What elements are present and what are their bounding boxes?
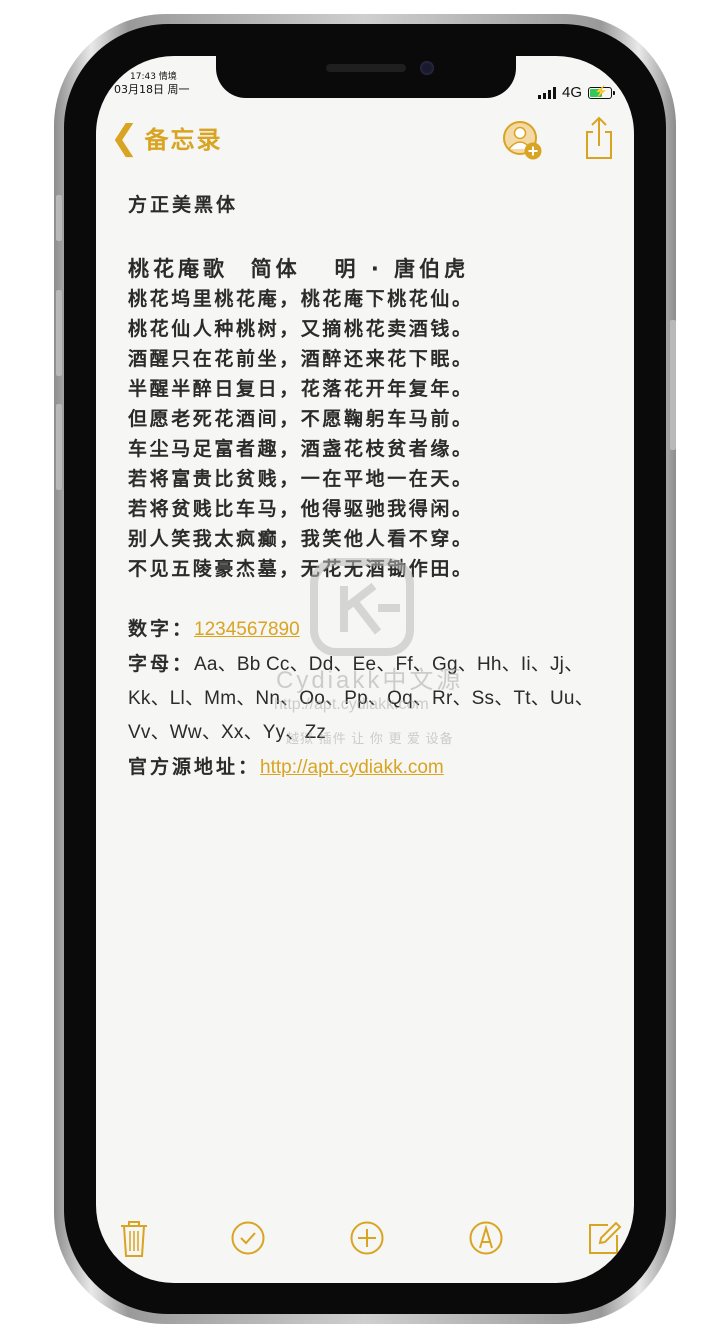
digits-label: 数字： <box>128 618 195 640</box>
status-date: 03月18日 周一 <box>114 83 190 96</box>
volume-down-button <box>56 404 62 490</box>
poem-line: 桃花坞里桃花庵，桃花庵下桃花仙。 <box>128 288 474 310</box>
poem-line: 不见五陵豪杰墓，无花无酒锄作田。 <box>128 558 474 580</box>
poem-title: 桃花庵歌 简体 明 · 唐伯虎 <box>128 257 470 281</box>
notch <box>216 56 516 98</box>
digits-line: 数字：1234567890 <box>128 612 608 647</box>
chevron-left-icon: ❮ <box>110 117 141 158</box>
poem-line: 半醒半醉日复日，花落花开年复年。 <box>128 378 474 400</box>
font-name: 方正美黑体 <box>128 194 239 216</box>
signal-icon <box>537 86 556 99</box>
note-body[interactable]: 方正美黑体 桃花庵歌 简体 明 · 唐伯虎 桃花坞里桃花庵，桃花庵下桃花仙。 桃… <box>128 192 608 785</box>
share-icon[interactable] <box>584 116 614 160</box>
letters-value: Aa、Bb Cc、Dd、Ee、Ff、Gg、Hh、Ii、Jj、Kk、Ll、Mm、N… <box>128 654 594 743</box>
letters-line: 字母：Aa、Bb Cc、Dd、Ee、Ff、Gg、Hh、Ii、Jj、Kk、Ll、M… <box>128 647 608 750</box>
poem-line: 酒醒只在花前坐，酒醉还来花下眠。 <box>128 348 474 370</box>
letters-label: 字母： <box>128 653 195 675</box>
poem-line: 别人笑我太疯癫，我笑他人看不穿。 <box>128 528 474 550</box>
status-bar-left: 17:43 情境 03月18日 周一 <box>114 72 190 98</box>
back-label: 备忘录 <box>144 126 223 154</box>
bottom-toolbar <box>96 1216 634 1264</box>
digits-link[interactable]: 1234567890 <box>194 619 300 640</box>
trash-icon[interactable] <box>114 1216 154 1260</box>
source-link[interactable]: http://apt.cydiakk.com <box>260 757 444 778</box>
back-button[interactable]: ❮ 备忘录 <box>110 120 223 155</box>
add-person-icon[interactable] <box>502 120 544 162</box>
power-button <box>670 320 676 450</box>
compose-icon[interactable] <box>584 1216 624 1260</box>
mute-switch <box>56 195 62 241</box>
checklist-icon[interactable] <box>228 1216 268 1260</box>
volume-up-button <box>56 290 62 376</box>
screen: 17:43 情境 03月18日 周一 4G ⚡ ❮ 备忘录 方正美黑体 桃花庵歌… <box>96 56 634 1283</box>
status-bar-right: 4G ⚡ <box>537 84 615 101</box>
poem-line: 但愿老死花酒间，不愿鞠躬车马前。 <box>128 408 474 430</box>
source-line: 官方源地址：http://apt.cydiakk.com <box>128 750 608 785</box>
poem-line: 若将富贵比贫贱，一在平地一在天。 <box>128 468 474 490</box>
poem-line: 车尘马足富者趣，酒盏花枝贫者缘。 <box>128 438 474 460</box>
battery-icon: ⚡ <box>588 86 615 99</box>
front-camera <box>420 61 434 75</box>
add-icon[interactable] <box>347 1216 387 1260</box>
status-time: 17:43 情境 <box>130 72 177 82</box>
markup-icon[interactable] <box>466 1216 506 1260</box>
network-type: 4G <box>561 84 582 101</box>
poem-line: 桃花仙人种桃树，又摘桃花卖酒钱。 <box>128 318 474 340</box>
page: 17:43 情境 03月18日 周一 4G ⚡ ❮ 备忘录 方正美黑体 桃花庵歌… <box>0 0 713 1334</box>
earpiece-speaker <box>326 64 406 72</box>
source-label: 官方源地址： <box>128 756 261 778</box>
poem-line: 若将贫贱比车马，他得驱驰我得闲。 <box>128 498 474 520</box>
